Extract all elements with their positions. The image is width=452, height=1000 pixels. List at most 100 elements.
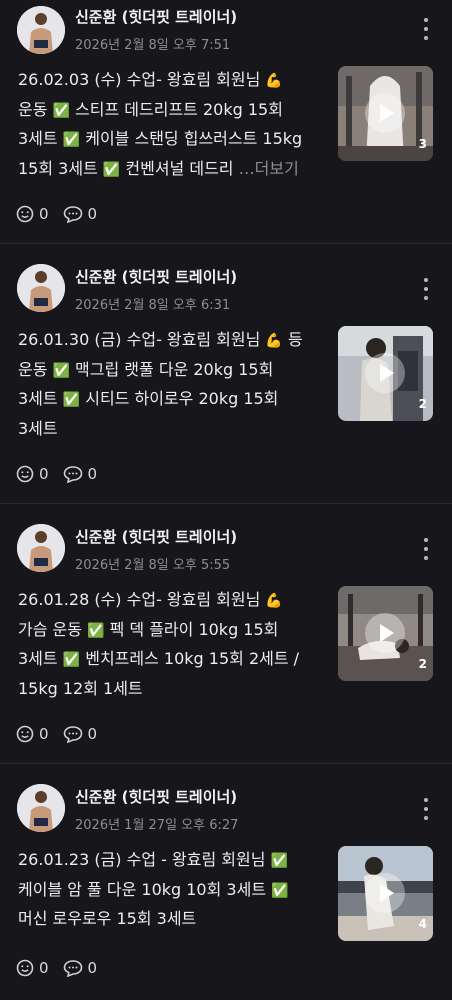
- post-date: 2026년 1월 27일 오후 6:27: [75, 818, 239, 833]
- see-more-link[interactable]: …더보기: [239, 159, 299, 178]
- avatar-image: [17, 524, 65, 572]
- post-date: 2026년 2월 8일 오후 6:31: [75, 298, 231, 313]
- more-options-button[interactable]: [418, 538, 434, 560]
- comment-button[interactable]: 0: [63, 205, 98, 223]
- post-text-line: 3세트 ✅ 케이블 스탠딩 힙쓰러스트 15kg: [18, 129, 303, 148]
- post-text[interactable]: 26.01.30 (금) 수업- 왕효림 회원님 💪 등 운동 ✅ 맥그립 랫풀…: [18, 326, 323, 442]
- post-stats: 0 0: [16, 957, 111, 979]
- post-card: 신준환 (힛더핏 트레이너) 2026년 1월 27일 오후 6:27 26.0…: [0, 764, 452, 1000]
- post-text[interactable]: 26.02.03 (수) 수업- 왕효림 회원님 💪 운동 ✅ 스티프 데드리프…: [18, 66, 323, 184]
- reaction-button[interactable]: 0: [16, 959, 49, 977]
- reaction-button[interactable]: 0: [16, 205, 49, 223]
- check-mark-icon: ✅: [87, 622, 105, 639]
- reaction-count: 0: [39, 465, 49, 483]
- post-text-line: 가슴 운동 ✅ 펙 덱 플라이 10kg 15회: [18, 619, 279, 639]
- reaction-button[interactable]: 0: [16, 725, 49, 743]
- post-text-line: 머신 로우로우 15회 3세트: [18, 909, 197, 928]
- media-count-badge: 3: [418, 137, 427, 151]
- more-icon: [424, 538, 428, 542]
- comment-icon: [63, 726, 82, 743]
- check-mark-icon: ✅: [271, 882, 289, 899]
- media-count-badge: 4: [418, 917, 427, 931]
- post-stats: 0 0: [16, 203, 111, 225]
- media-thumbnail[interactable]: 3: [338, 66, 433, 161]
- comment-count: 0: [87, 725, 98, 743]
- more-options-button[interactable]: [418, 278, 434, 300]
- avatar-image: [17, 6, 65, 54]
- post-stats: 0 0: [16, 723, 111, 745]
- post-text-line: 3세트: [18, 418, 58, 438]
- comment-icon: [63, 466, 82, 483]
- post-text-line: 26.01.30 (금) 수업- 왕효림 회원님 💪 등: [18, 330, 303, 349]
- post-text-line: 26.01.23 (금) 수업 - 왕효림 회원님 ✅: [18, 850, 288, 869]
- post-date: 2026년 2월 8일 오후 5:55: [75, 558, 231, 573]
- feed: 신준환 (힛더핏 트레이너) 2026년 2월 8일 오후 7:51 26.02…: [0, 0, 452, 1000]
- avatar-image: [17, 784, 65, 832]
- post-text-line: 26.01.28 (수) 수업- 왕효림 회원님 💪: [18, 590, 283, 609]
- author-avatar[interactable]: [17, 6, 65, 54]
- flexed-biceps-icon: 💪: [265, 593, 283, 609]
- comment-count: 0: [87, 465, 98, 483]
- author-avatar[interactable]: [17, 784, 65, 832]
- media-thumbnail[interactable]: 2: [338, 326, 433, 421]
- smiley-icon: [16, 205, 34, 223]
- post-date: 2026년 2월 8일 오후 7:51: [75, 38, 231, 53]
- post-text-line: 26.02.03 (수) 수업- 왕효림 회원님 💪: [18, 70, 283, 89]
- check-mark-icon: ✅: [62, 392, 81, 408]
- post-text-line: 3세트 ✅ 벤치프레스 10kg 15회 2세트 /: [18, 649, 300, 668]
- more-icon: [424, 18, 428, 22]
- post-text-line: 3세트 ✅ 시티드 하이로우 20kg 15회: [18, 389, 279, 408]
- author-name[interactable]: 신준환 (힛더핏 트레이너): [75, 526, 237, 547]
- media-thumbnail[interactable]: 4: [338, 846, 433, 941]
- comment-button[interactable]: 0: [63, 959, 98, 977]
- reaction-button[interactable]: 0: [16, 465, 49, 483]
- reaction-count: 0: [39, 725, 49, 743]
- author-name[interactable]: 신준환 (힛더핏 트레이너): [75, 6, 237, 27]
- post-stats: 0 0: [16, 463, 111, 485]
- author-avatar[interactable]: [17, 264, 65, 312]
- comment-count: 0: [87, 205, 98, 223]
- post-text-line: 15kg 12회 1세트: [18, 678, 143, 698]
- smiley-icon: [16, 725, 34, 743]
- author-name[interactable]: 신준환 (힛더핏 트레이너): [75, 786, 237, 807]
- media-count-badge: 2: [418, 397, 427, 411]
- comment-button[interactable]: 0: [63, 725, 98, 743]
- post-card: 신준환 (힛더핏 트레이너) 2026년 2월 8일 오후 7:51 26.02…: [0, 0, 452, 244]
- post-text[interactable]: 26.01.28 (수) 수업- 왕효림 회원님 💪 가슴 운동 ✅ 펙 덱 플…: [18, 586, 323, 702]
- more-icon: [424, 278, 428, 282]
- comment-icon: [63, 206, 82, 223]
- author-name[interactable]: 신준환 (힛더핏 트레이너): [75, 266, 237, 287]
- check-mark-icon: ✅: [62, 652, 81, 668]
- flexed-biceps-icon: 💪: [265, 333, 283, 349]
- post-text-line: 15회 3세트 ✅ 컨벤셔널 데드리 …더보기: [18, 158, 299, 178]
- comment-button[interactable]: 0: [63, 465, 98, 483]
- media-count-badge: 2: [418, 657, 427, 671]
- avatar-image: [17, 264, 65, 312]
- post-text-line: 운동 ✅ 스티프 데드리프트 20kg 15회: [18, 99, 283, 119]
- more-icon: [424, 798, 428, 802]
- check-mark-icon: ✅: [62, 132, 81, 148]
- more-options-button[interactable]: [418, 18, 434, 40]
- smiley-icon: [16, 959, 34, 977]
- check-mark-icon: ✅: [52, 362, 70, 379]
- post-card: 신준환 (힛더핏 트레이너) 2026년 2월 8일 오후 5:55 26.01…: [0, 504, 452, 764]
- check-mark-icon: ✅: [102, 161, 121, 178]
- play-icon: [365, 613, 405, 653]
- more-options-button[interactable]: [418, 798, 434, 820]
- smiley-icon: [16, 465, 34, 483]
- reaction-count: 0: [39, 205, 49, 223]
- post-text-line: 케이블 암 풀 다운 10kg 10회 3세트 ✅: [18, 879, 289, 899]
- post-card: 신준환 (힛더핏 트레이너) 2026년 2월 8일 오후 6:31 26.01…: [0, 244, 452, 504]
- media-thumbnail[interactable]: 2: [338, 586, 433, 681]
- play-icon: [365, 93, 405, 133]
- play-icon: [365, 873, 405, 913]
- comment-count: 0: [87, 959, 98, 977]
- post-text-line: 운동 ✅ 맥그립 랫풀 다운 20kg 15회: [18, 359, 274, 379]
- comment-icon: [63, 960, 82, 977]
- post-text[interactable]: 26.01.23 (금) 수업 - 왕효림 회원님 ✅ 케이블 암 풀 다운 1…: [18, 846, 323, 933]
- reaction-count: 0: [39, 959, 49, 977]
- check-mark-icon: ✅: [270, 853, 288, 869]
- author-avatar[interactable]: [17, 524, 65, 572]
- check-mark-icon: ✅: [52, 102, 70, 119]
- play-icon: [365, 353, 405, 393]
